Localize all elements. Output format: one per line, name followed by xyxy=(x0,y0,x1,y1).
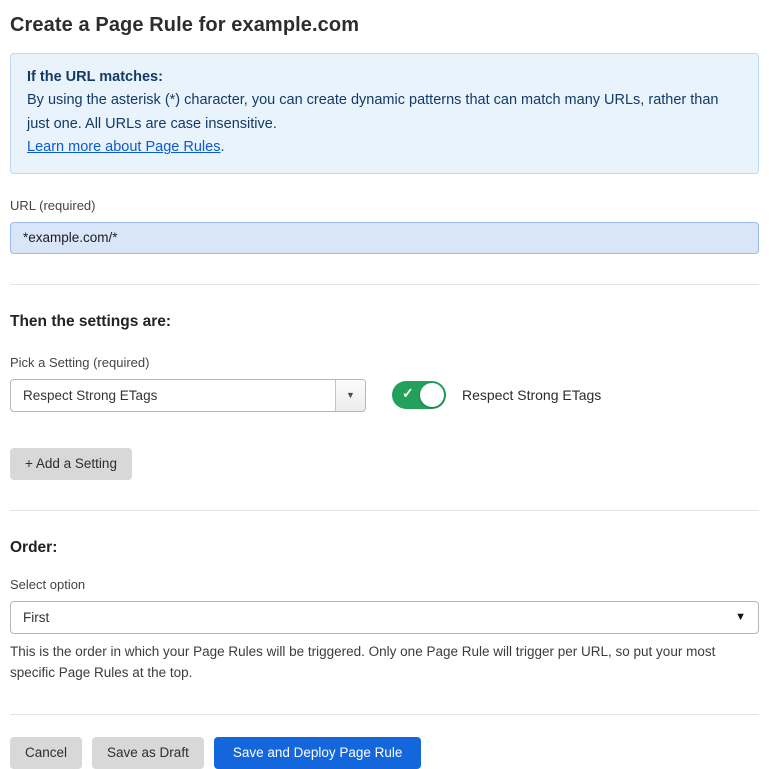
order-select[interactable]: First ▼ xyxy=(10,601,759,634)
order-select-value: First xyxy=(11,610,49,625)
divider xyxy=(10,510,759,511)
setting-row: Respect Strong ETags ▼ ✓ Respect Strong … xyxy=(10,379,759,412)
toggle-knob xyxy=(420,383,444,407)
setting-select-value: Respect Strong ETags xyxy=(11,388,157,403)
chevron-down-icon[interactable]: ▼ xyxy=(335,380,365,411)
footer-actions: Cancel Save as Draft Save and Deploy Pag… xyxy=(10,737,759,769)
setting-toggle[interactable]: ✓ xyxy=(392,381,446,409)
divider xyxy=(10,714,759,715)
order-help-text: This is the order in which your Page Rul… xyxy=(10,642,755,684)
url-input[interactable] xyxy=(10,222,759,254)
learn-more-link[interactable]: Learn more about Page Rules xyxy=(27,139,220,155)
create-page-rule-form: Create a Page Rule for example.com If th… xyxy=(0,0,769,769)
order-label: Select option xyxy=(10,577,759,592)
save-draft-button[interactable]: Save as Draft xyxy=(92,737,204,769)
toggle-label: Respect Strong ETags xyxy=(462,387,601,403)
cancel-button[interactable]: Cancel xyxy=(10,737,82,769)
page-title: Create a Page Rule for example.com xyxy=(10,10,759,53)
info-box-body: By using the asterisk (*) character, you… xyxy=(27,89,742,136)
divider xyxy=(10,284,759,285)
url-match-info-box: If the URL matches: By using the asteris… xyxy=(10,53,759,174)
save-deploy-button[interactable]: Save and Deploy Page Rule xyxy=(214,737,422,769)
pick-setting-label: Pick a Setting (required) xyxy=(10,355,759,370)
link-period: . xyxy=(220,139,224,155)
settings-section-heading: Then the settings are: xyxy=(10,313,759,331)
chevron-down-icon: ▼ xyxy=(735,611,758,623)
order-section-heading: Order: xyxy=(10,539,759,557)
add-setting-button[interactable]: + Add a Setting xyxy=(10,448,132,480)
check-icon: ✓ xyxy=(402,385,414,402)
info-box-link-line: Learn more about Page Rules. xyxy=(27,136,742,159)
setting-select[interactable]: Respect Strong ETags ▼ xyxy=(10,379,366,412)
info-box-heading: If the URL matches: xyxy=(27,66,742,89)
url-label: URL (required) xyxy=(10,198,759,213)
